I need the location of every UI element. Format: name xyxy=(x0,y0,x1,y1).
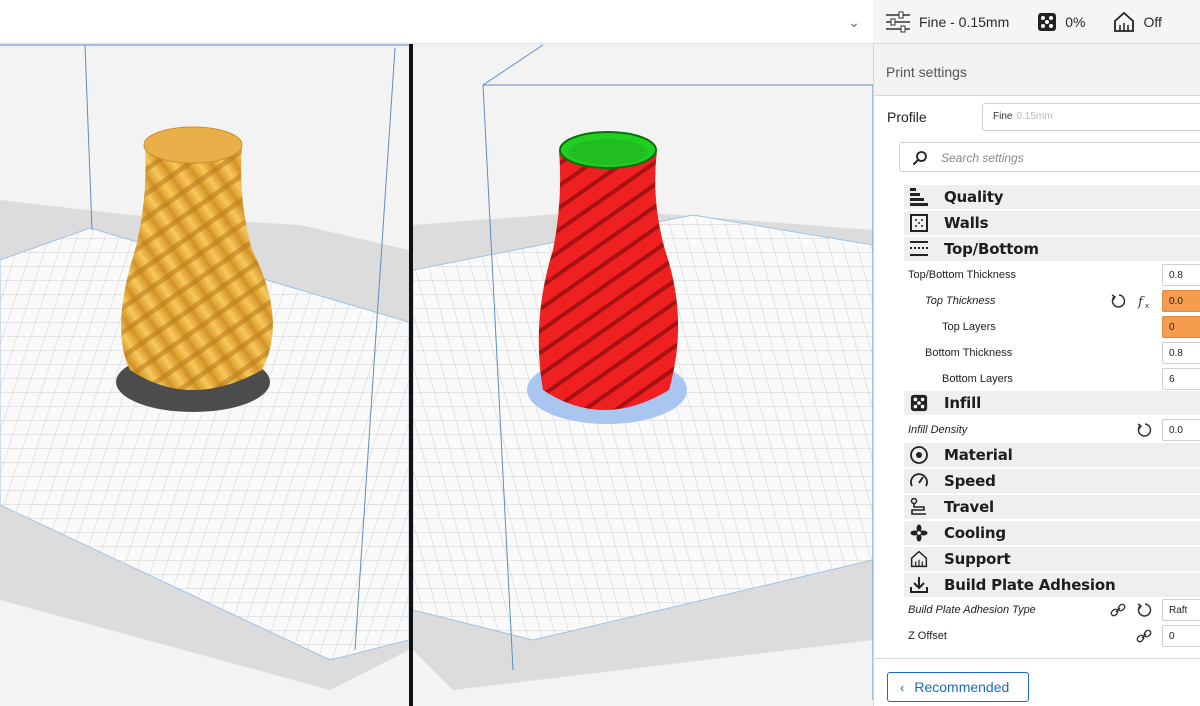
setting-top-layers-label: Top Layers xyxy=(942,321,996,333)
right-build-plate-scene xyxy=(413,44,873,700)
profile-select-sub: 0.15mm xyxy=(1016,111,1053,122)
quality-icon xyxy=(910,188,928,206)
category-support[interactable]: Support xyxy=(904,547,1200,571)
setting-z-offset[interactable]: Z Offset 0 xyxy=(874,623,1200,649)
setting-infill-density[interactable]: Infill Density 0.0 xyxy=(874,417,1200,443)
setting-infill-density-label: Infill Density xyxy=(908,424,968,436)
support-category-icon xyxy=(910,550,928,568)
vase-top-yellow xyxy=(143,126,243,164)
top-toolbar xyxy=(0,0,873,44)
svg-text:x: x xyxy=(1145,302,1149,309)
category-material-label: Material xyxy=(944,446,1013,464)
setting-tb-thickness-label: Top/Bottom Thickness xyxy=(908,269,1017,281)
left-build-plate-scene xyxy=(0,44,409,690)
print-settings-panel: Print settings Profile Fine 0.15mm Search… xyxy=(873,44,1200,706)
profile-summary-label: Fine - 0.15mm xyxy=(919,13,1010,30)
setting-bottom-layers-input[interactable]: 6 xyxy=(1162,368,1200,390)
setting-z-offset-label: Z Offset xyxy=(908,630,947,642)
profile-row: Profile Fine 0.15mm xyxy=(874,100,1200,136)
setting-adhesion-type-select[interactable]: Raft xyxy=(1162,599,1200,621)
setting-infill-density-input[interactable]: 0.0 xyxy=(1162,419,1200,441)
setting-tb-thickness-input[interactable]: 0.8 xyxy=(1162,264,1200,286)
category-topbottom[interactable]: Top/Bottom xyxy=(904,237,1200,261)
speed-icon xyxy=(910,473,928,487)
setting-top-thickness-label: Top Thickness xyxy=(925,295,996,307)
infill-icon xyxy=(1038,12,1057,31)
support-summary[interactable]: Off xyxy=(1085,0,1162,44)
category-travel-label: Travel xyxy=(944,498,994,516)
viewport-left[interactable] xyxy=(0,0,409,706)
adhesion-icon xyxy=(910,577,928,593)
chevron-left-icon: ‹ xyxy=(900,679,905,695)
category-support-label: Support xyxy=(944,550,1011,568)
category-speed[interactable]: Speed xyxy=(904,469,1200,493)
category-walls-label: Walls xyxy=(944,214,989,232)
panel-divider xyxy=(874,658,1200,659)
setting-bottom-thickness[interactable]: Bottom Thickness 0.8 xyxy=(874,340,1200,366)
profile-label: Profile xyxy=(887,109,927,125)
search-placeholder: Search settings xyxy=(941,151,1024,165)
sliders-icon xyxy=(886,11,910,32)
reset-icon[interactable] xyxy=(1136,602,1152,618)
fan-icon xyxy=(910,524,928,542)
infill-summary[interactable]: 0% xyxy=(1009,0,1085,44)
search-icon xyxy=(912,151,927,166)
infill-summary-label: 0% xyxy=(1065,13,1086,30)
setting-top-layers[interactable]: Top Layers 0 xyxy=(874,314,1200,340)
build-volume-edge xyxy=(84,44,93,231)
setting-top-thickness-input[interactable]: 0.0 xyxy=(1162,290,1200,312)
category-speed-label: Speed xyxy=(944,472,996,490)
setting-tb-thickness[interactable]: Top/Bottom Thickness 0.8 xyxy=(874,262,1200,288)
travel-icon xyxy=(910,498,926,515)
link-icon[interactable] xyxy=(1110,602,1126,618)
setting-top-layers-input[interactable]: 0 xyxy=(1162,316,1200,338)
recommended-button-label: Recommended xyxy=(914,679,1010,695)
category-infill[interactable]: Infill xyxy=(904,391,1200,415)
category-cooling-label: Cooling xyxy=(944,524,1006,542)
reset-icon[interactable] xyxy=(1136,422,1152,438)
setting-bottom-thickness-input[interactable]: 0.8 xyxy=(1162,342,1200,364)
category-quality-label: Quality xyxy=(944,188,1004,206)
panel-title: Print settings xyxy=(874,44,1200,96)
recommended-button[interactable]: ‹ Recommended xyxy=(887,672,1029,702)
svg-text:f: f xyxy=(1137,295,1145,309)
setting-bottom-layers[interactable]: Bottom Layers 6 xyxy=(874,366,1200,392)
category-adhesion[interactable]: Build Plate Adhesion xyxy=(904,573,1200,597)
link-icon[interactable] xyxy=(1136,628,1152,644)
category-infill-label: Infill xyxy=(944,394,982,412)
category-adhesion-label: Build Plate Adhesion xyxy=(944,576,1116,594)
infill-category-icon xyxy=(910,394,928,412)
topbottom-icon xyxy=(910,241,928,256)
category-walls[interactable]: Walls xyxy=(904,211,1200,235)
setting-adhesion-type[interactable]: Build Plate Adhesion Type Raft xyxy=(874,597,1200,623)
setting-bottom-layers-label: Bottom Layers xyxy=(942,373,1013,385)
profile-select[interactable]: Fine 0.15mm xyxy=(982,103,1200,131)
profile-summary[interactable]: Fine - 0.15mm xyxy=(873,0,1009,44)
support-summary-label: Off xyxy=(1143,13,1162,30)
function-icon[interactable]: fx xyxy=(1136,293,1152,309)
vase-model-red[interactable] xyxy=(538,150,679,410)
category-topbottom-label: Top/Bottom xyxy=(944,240,1039,258)
viewport-right[interactable] xyxy=(413,0,873,706)
category-material[interactable]: Material xyxy=(904,443,1200,467)
setting-adhesion-type-label: Build Plate Adhesion Type xyxy=(908,604,1036,616)
category-quality[interactable]: Quality xyxy=(904,185,1200,209)
vase-model-yellow[interactable] xyxy=(121,145,273,390)
profile-select-value: Fine xyxy=(993,111,1013,122)
print-settings-header[interactable]: Fine - 0.15mm 0% Off xyxy=(873,0,1200,44)
walls-icon xyxy=(910,214,928,232)
setting-top-thickness[interactable]: Top Thickness fx 0.0 xyxy=(874,288,1200,314)
search-input[interactable]: Search settings xyxy=(899,142,1200,172)
category-travel[interactable]: Travel xyxy=(904,495,1200,519)
reset-icon[interactable] xyxy=(1110,293,1126,309)
category-cooling[interactable]: Cooling xyxy=(904,521,1200,545)
setting-bottom-thickness-label: Bottom Thickness xyxy=(925,347,1013,359)
setting-z-offset-input[interactable]: 0 xyxy=(1162,625,1200,647)
chevron-down-icon[interactable]: ⌄ xyxy=(844,12,864,32)
material-icon xyxy=(910,446,928,464)
support-icon xyxy=(1114,11,1135,32)
